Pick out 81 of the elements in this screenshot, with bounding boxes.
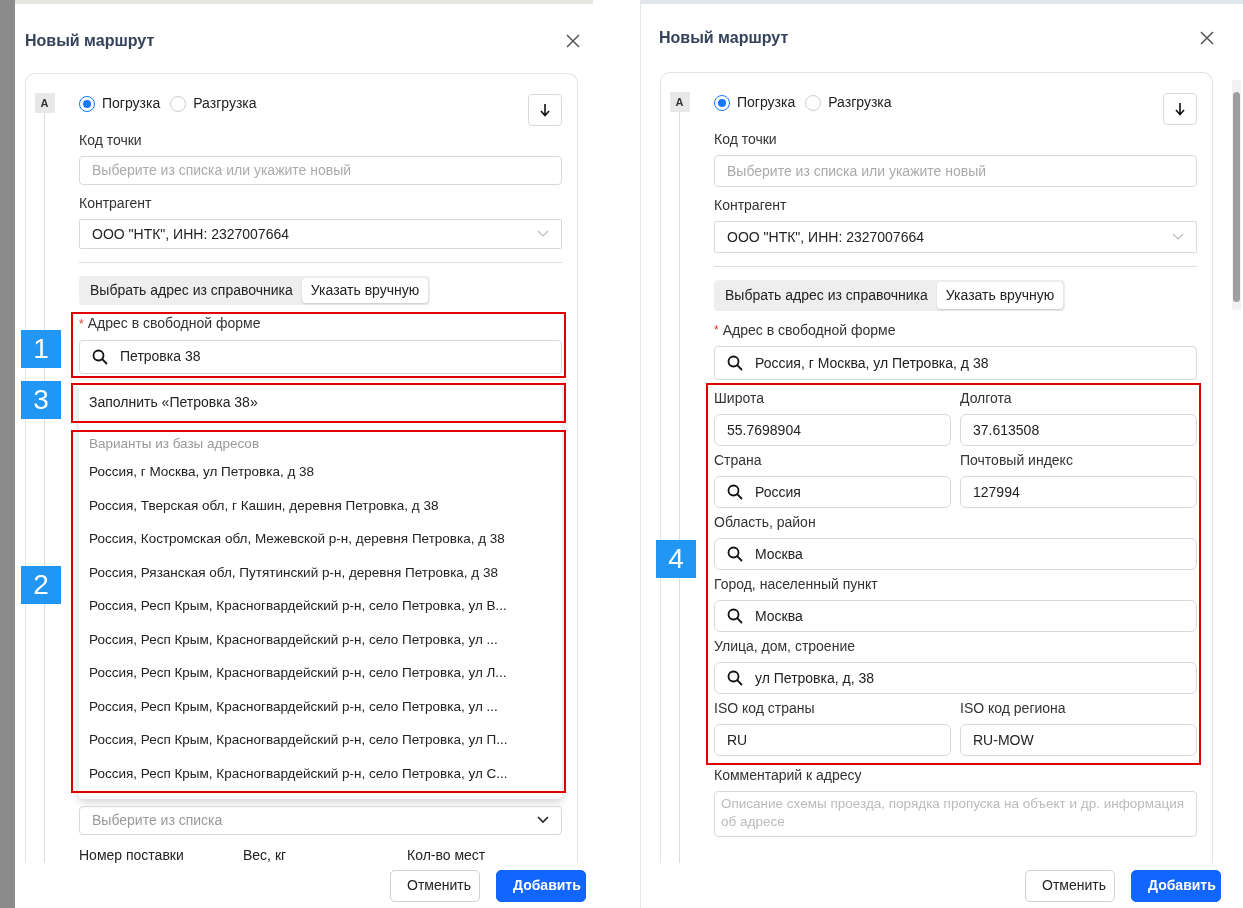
field-label: Адрес в свободной форме xyxy=(87,314,261,334)
column-label: Номер поставки xyxy=(79,846,185,863)
radio-option[interactable]: Погрузка xyxy=(714,92,796,113)
field-label: Долгота xyxy=(960,388,1012,408)
field-label: Адрес в свободной форме xyxy=(722,320,896,340)
field-label: Контрагент xyxy=(714,195,787,215)
address-option[interactable]: Россия, Респ Крым, Красногвардейский р-н, село Петровка, ул ... xyxy=(79,623,562,657)
segment-tab[interactable]: Указать вручную xyxy=(936,282,1064,309)
input-field[interactable]: 55.7698904 xyxy=(714,414,951,446)
close-icon xyxy=(566,33,580,48)
point-letter-badge: A xyxy=(34,93,55,113)
select-field[interactable]: ООО "НТК", ИНН: 2327007664 xyxy=(79,219,562,249)
search-field[interactable]: Петровка 38 xyxy=(79,339,562,374)
input-field[interactable]: RU-MOW xyxy=(960,724,1197,756)
field-label: Страна xyxy=(714,450,762,470)
dialog-title: Новый маршрут xyxy=(25,30,155,51)
address-option[interactable]: Россия, Костромская обл, Межевской р-н, деревня Петровка, д 38 xyxy=(79,522,562,557)
field-label: Город, населенный пункт xyxy=(714,574,878,594)
step-number-badge: 4 xyxy=(656,540,696,578)
step-number-badge: 1 xyxy=(21,329,61,368)
arrow-down-icon xyxy=(1175,102,1185,116)
column-label: Кол-во мест xyxy=(407,846,487,863)
input-field[interactable]: 37.613508 xyxy=(960,414,1197,446)
step-number-badge: 2 xyxy=(21,565,61,604)
search-icon xyxy=(727,546,743,562)
search-icon xyxy=(727,608,743,624)
field-label: Комментарий к адресу xyxy=(714,765,862,785)
address-option[interactable]: Россия, Респ Крым, Красногвардейский р-н, село Петровка, ул П... xyxy=(79,723,562,758)
radio-option[interactable]: Разгрузка xyxy=(805,92,892,113)
field-label: ISO код страны xyxy=(714,698,815,718)
required-mark: * xyxy=(714,322,719,339)
select-field[interactable]: ООО "НТК", ИНН: 2327007664 xyxy=(714,221,1197,253)
add-button[interactable]: Добавить xyxy=(496,869,586,902)
field-label: Почтовый индекс xyxy=(960,450,1073,470)
input-field[interactable]: 127994 xyxy=(960,476,1197,508)
step-number-badge: 3 xyxy=(21,380,61,419)
fill-option[interactable]: Заполнить «Петровка 38» xyxy=(79,392,258,414)
address-option[interactable]: Россия, Рязанская обл, Путятинский р-н, деревня Петровка, д 38 xyxy=(79,556,562,590)
segment-tab[interactable]: Указать вручную xyxy=(301,277,429,303)
field-label: ISO код региона xyxy=(960,698,1066,718)
search-field[interactable]: Москва xyxy=(714,600,1197,632)
field-label: Улица, дом, строение xyxy=(714,636,855,656)
input-field[interactable]: RU xyxy=(714,724,951,756)
chevron-down-icon xyxy=(1172,233,1184,241)
field-label: Широта xyxy=(714,388,764,408)
search-field[interactable]: ул Петровка, д, 38 xyxy=(714,662,1197,694)
search-icon xyxy=(727,355,743,371)
address-option[interactable]: Россия, Респ Крым, Красногвардейский р-н, село Петровка, ул С... xyxy=(79,757,562,791)
search-icon xyxy=(727,670,743,686)
group-header: Варианты из базы адресов xyxy=(88,434,261,453)
required-mark: * xyxy=(79,315,84,333)
cancel-button[interactable]: Отменить xyxy=(390,869,480,902)
cancel-button[interactable]: Отменить xyxy=(1025,869,1115,902)
add-button[interactable]: Добавить xyxy=(1131,869,1221,902)
field-label: Код точки xyxy=(714,129,777,149)
address-option[interactable]: Россия, г Москва, ул Петровка, д 38 xyxy=(79,455,562,490)
field-label: Область, район xyxy=(714,512,816,532)
segment-tab[interactable]: Выбрать адрес из справочника xyxy=(81,277,302,303)
move-down-button[interactable] xyxy=(528,94,562,126)
search-field[interactable]: Москва xyxy=(714,538,1197,570)
chevron-down-icon xyxy=(537,816,549,825)
address-option[interactable]: Россия, Респ Крым, Красногвардейский р-н, село Петровка, ул Л... xyxy=(79,656,562,691)
segment-tab[interactable]: Выбрать адрес из справочника xyxy=(716,282,937,309)
search-icon xyxy=(92,348,108,365)
close-icon xyxy=(1200,31,1214,45)
move-down-button[interactable] xyxy=(1163,93,1197,125)
radio-option[interactable]: Погрузка xyxy=(79,93,161,114)
radio-option[interactable]: Разгрузка xyxy=(170,93,257,114)
field-label: Код точки xyxy=(79,130,142,150)
search-icon xyxy=(727,484,743,500)
search-field[interactable]: Россия xyxy=(714,476,951,508)
field-label: Контрагент xyxy=(79,193,152,213)
address-option[interactable]: Россия, Респ Крым, Красногвардейский р-н, село Петровка, ул ... xyxy=(79,690,562,724)
dialog-title: Новый маршрут xyxy=(659,28,789,48)
point-letter-badge: A xyxy=(669,92,690,112)
arrow-down-icon xyxy=(540,103,550,117)
chevron-down-icon xyxy=(537,230,549,239)
column-label: Вес, кг xyxy=(243,846,288,863)
address-option[interactable]: Россия, Респ Крым, Красногвардейский р-н, село Петровка, ул В... xyxy=(79,589,562,624)
address-option[interactable]: Россия, Тверская обл, г Кашин, деревня Петровка, д 38 xyxy=(79,489,562,523)
search-field[interactable]: Россия, г Москва, ул Петровка, д 38 xyxy=(714,346,1197,380)
